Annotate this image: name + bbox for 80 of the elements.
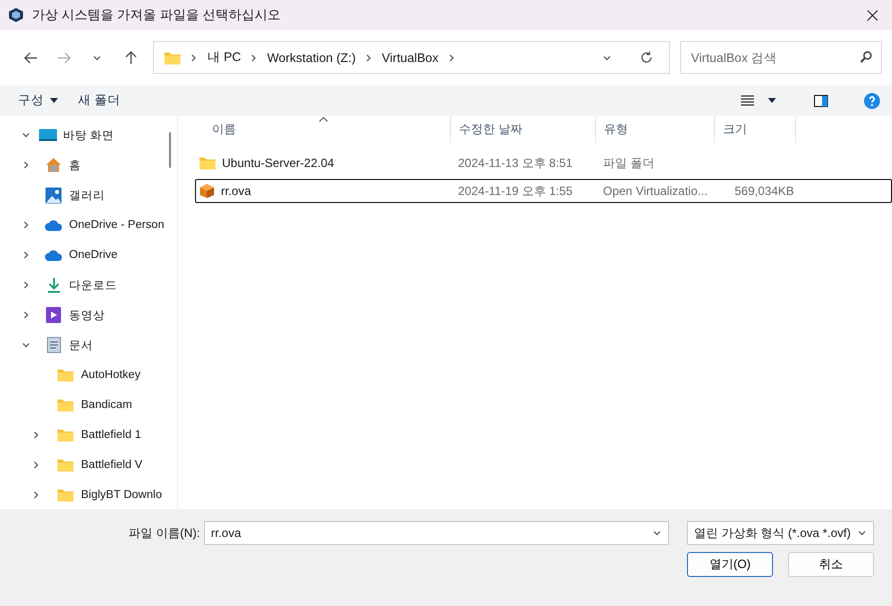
search-icon[interactable] [860,51,872,63]
home-icon [45,157,62,173]
organize-button[interactable]: 구성 [8,88,68,113]
file-name: rr.ova [221,184,252,198]
filename-label: 파일 이름(N): [128,524,200,542]
folder-icon [57,428,74,442]
column-header[interactable]: 크기 [723,121,747,138]
file-date: 2024-11-19 오후 1:55 [457,182,574,200]
folder-icon [57,368,74,382]
file-row[interactable]: Ubuntu-Server-22.04 2024-11-13 오후 8:51 파일 폴더 [195,151,892,175]
cube-icon [199,183,215,199]
new-folder-button[interactable]: 새 폴더 [68,88,130,113]
file-type-dropdown[interactable]: 열린 가상화 형식 (*.ova *.ovf) [687,521,874,545]
monitor-icon [38,128,56,142]
column-header[interactable]: 유형 [604,121,628,138]
file-size: 569,034KB [734,184,795,198]
sidebar-item[interactable]: OneDrive [69,249,118,261]
up-arrow-icon[interactable] [124,50,137,64]
column-header[interactable]: 이름 [212,121,236,138]
expanded-chevron-icon[interactable] [21,340,31,350]
address-bar[interactable]: 내 PC Workstation (Z:) VirtualBox [153,41,670,74]
film-icon [46,307,61,323]
app-logo-icon [8,7,24,23]
sidebar-item[interactable]: AutoHotkey [81,369,140,381]
cloud-icon [44,250,62,260]
scrollbar-thumb[interactable] [169,132,171,168]
sidebar-item[interactable]: 다운로드 [69,278,117,292]
breadcrumb[interactable]: 내 PC [207,49,242,66]
back-arrow-icon[interactable] [24,52,38,64]
caret-icon[interactable] [768,98,776,103]
breadcrumb[interactable]: VirtualBox [382,50,439,64]
collapsed-chevron-icon[interactable] [21,280,31,290]
file-name: Ubuntu-Server-22.04 [222,156,334,170]
folder-icon [57,458,74,472]
search-field[interactable]: VirtualBox 검색 [680,41,882,74]
refresh-icon[interactable] [640,51,654,64]
help-icon[interactable] [864,92,880,108]
collapsed-chevron-icon[interactable] [21,220,31,230]
collapsed-chevron-icon[interactable] [21,310,31,320]
folder-icon [164,50,182,64]
dropdown-icon[interactable] [652,528,662,538]
collapsed-chevron-icon[interactable] [21,160,31,170]
collapsed-chevron-icon[interactable] [31,490,41,500]
sidebar-item[interactable]: 홈 [69,158,81,172]
sidebar-item[interactable]: 바탕 화면 [63,128,114,142]
download-icon [46,277,60,293]
collapsed-chevron-icon[interactable] [21,250,31,260]
caret-icon[interactable] [50,98,58,103]
collapsed-chevron-icon[interactable] [31,460,41,470]
preview-pane-icon[interactable] [814,94,828,106]
document-icon [46,337,60,353]
sidebar-item[interactable]: BiglyBT Downlo [81,489,162,501]
sidebar-item[interactable]: Bandicam [81,399,132,411]
folder-icon [57,488,74,502]
sidebar-item[interactable]: OneDrive - Person [69,219,164,231]
dropdown-icon[interactable] [857,528,867,538]
sidebar-item[interactable]: Battlefield 1 [81,429,142,441]
cloud-icon [44,220,62,230]
view-list-icon[interactable] [741,95,754,106]
sidebar-item[interactable]: 문서 [69,338,93,352]
picture-icon [45,186,62,204]
folder-icon [57,398,74,412]
breadcrumb[interactable]: Workstation (Z:) [267,50,356,64]
collapsed-chevron-icon[interactable] [31,430,41,440]
sidebar-item[interactable]: 동영상 [69,308,105,322]
window-title: 가상 시스템을 가져올 파일을 선택하십시오 [32,6,280,24]
file-row[interactable]: rr.ova 2024-11-19 오후 1:55 Open Virtualizatio... 569,034KB [195,179,892,203]
sort-ascending-icon[interactable] [319,117,328,122]
expanded-chevron-icon[interactable] [21,130,31,140]
open-button[interactable]: 열기(O) [687,552,773,577]
sidebar-item[interactable]: 갤러리 [69,188,105,202]
sidebar-item[interactable]: Battlefield V [81,459,142,471]
close-icon[interactable] [867,10,878,20]
file-type: 파일 폴더 [602,154,656,172]
filename-field[interactable]: rr.ova [204,521,669,545]
folder-icon [199,156,216,170]
cancel-button[interactable]: 취소 [788,552,874,577]
file-type: Open Virtualizatio... [602,184,709,198]
file-date: 2024-11-13 오후 8:51 [457,154,574,172]
column-header[interactable]: 수정한 날짜 [459,121,522,138]
